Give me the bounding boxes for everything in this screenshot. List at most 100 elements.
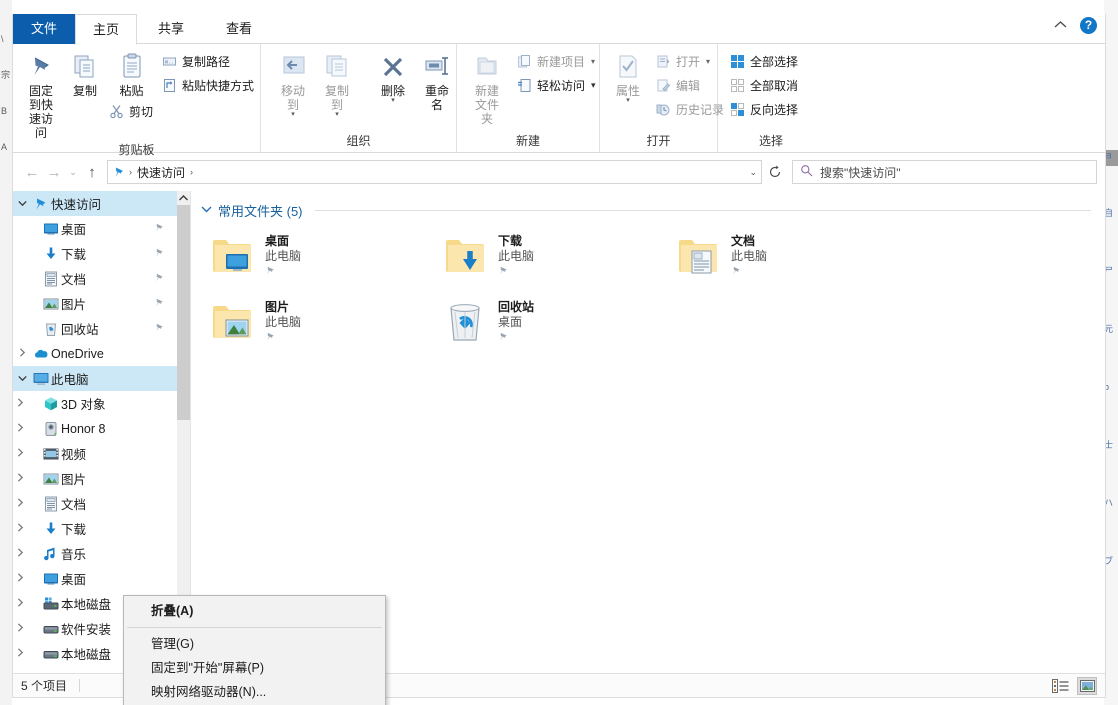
delete-button[interactable]: 删除 ▾: [371, 48, 415, 106]
group-header-frequent-folders[interactable]: 常用文件夹 (5): [191, 191, 1105, 220]
file-tile[interactable]: 回收站桌面: [442, 294, 675, 360]
chevron-right-icon[interactable]: [13, 473, 27, 484]
sidebar-item-14[interactable]: 音乐: [13, 541, 179, 566]
arrow-up-icon[interactable]: ↑: [81, 161, 103, 183]
search-input[interactable]: 搜索"快速访问": [792, 160, 1097, 184]
file-tile[interactable]: 图片此电脑: [209, 294, 442, 360]
pin-small-icon[interactable]: [154, 322, 165, 336]
pin-small-icon[interactable]: [498, 265, 534, 279]
chevron-down-icon[interactable]: [201, 205, 212, 216]
chevron-down-icon[interactable]: ▾: [335, 112, 339, 118]
chevron-right-icon[interactable]: [13, 573, 27, 584]
sidebar-item-10[interactable]: 视频: [13, 441, 179, 466]
chevron-right-icon[interactable]: [13, 448, 27, 459]
sidebar-item-9[interactable]: Honor 8: [13, 416, 179, 441]
chevron-down-icon[interactable]: ▾: [706, 57, 710, 66]
arrow-right-icon[interactable]: →: [43, 161, 65, 183]
arrow-left-icon[interactable]: ←: [21, 161, 43, 183]
sidebar-item-15[interactable]: 桌面: [13, 566, 179, 591]
chevron-right-icon[interactable]: [13, 623, 27, 634]
sidebar-item-7[interactable]: 此电脑: [13, 366, 179, 391]
copy-button[interactable]: 复制: [63, 48, 107, 100]
chevron-right-icon[interactable]: [13, 398, 27, 409]
sidebar-item-1[interactable]: 桌面: [13, 216, 179, 241]
context-menu-item[interactable]: 固定到"开始"屏幕(P): [124, 656, 385, 680]
sidebar-item-5[interactable]: 回收站: [13, 316, 179, 341]
context-menu-item[interactable]: 管理(G): [124, 632, 385, 656]
select-all-button[interactable]: 全部选择: [726, 50, 801, 72]
help-icon[interactable]: ?: [1080, 17, 1097, 34]
pin-to-quick-access-button[interactable]: 固定到快 速访问: [19, 48, 63, 142]
chevron-up-icon[interactable]: [1052, 18, 1068, 34]
paste-button[interactable]: 粘贴: [107, 48, 156, 100]
new-folder-button[interactable]: 新建 文件夹: [465, 48, 509, 128]
breadcrumb-separator[interactable]: ›: [188, 167, 195, 177]
chevron-down-icon[interactable]: [13, 199, 31, 209]
pin-small-icon[interactable]: [265, 265, 301, 279]
copy-to-button[interactable]: 复制到 ▾: [315, 48, 359, 120]
context-menu-item[interactable]: 折叠(A): [124, 599, 385, 623]
details-view-button[interactable]: [1050, 677, 1070, 695]
new-item-button[interactable]: 新建项目 ▾: [513, 50, 599, 72]
rename-button[interactable]: 重命名: [415, 48, 459, 114]
paste-shortcut-button[interactable]: 粘贴快捷方式: [158, 74, 257, 96]
pin-small-icon[interactable]: [154, 272, 165, 286]
pin-small-icon[interactable]: [154, 222, 165, 236]
file-tile[interactable]: 桌面此电脑: [209, 228, 442, 294]
chevron-right-icon[interactable]: [13, 523, 27, 534]
sidebar-item-3[interactable]: 文档: [13, 266, 179, 291]
copy-path-button[interactable]: W.. 复制路径: [158, 50, 257, 72]
chevron-right-icon[interactable]: [13, 598, 27, 609]
pin-small-icon[interactable]: [498, 331, 534, 345]
chevron-down-icon[interactable]: ▾: [626, 98, 630, 104]
sidebar-item-4[interactable]: 图片: [13, 291, 179, 316]
invert-selection-button[interactable]: 反向选择: [726, 98, 801, 120]
pin-small-icon[interactable]: [265, 331, 301, 345]
sidebar-item-11[interactable]: 图片: [13, 466, 179, 491]
scroll-up-chevron-up-icon[interactable]: [177, 191, 190, 205]
chevron-down-icon[interactable]: ▾: [391, 98, 395, 104]
refresh-icon[interactable]: [762, 160, 788, 184]
sidebar-item-12[interactable]: 文档: [13, 491, 179, 516]
chevron-right-icon[interactable]: [13, 648, 27, 659]
move-to-button[interactable]: 移动到 ▾: [271, 48, 315, 120]
breadcrumb-dropdown-chevron-down-icon[interactable]: ⌄: [749, 167, 757, 178]
tab-share[interactable]: 共享: [137, 14, 205, 44]
chevron-down-icon[interactable]: ▾: [591, 57, 595, 66]
chevron-down-icon[interactable]: [13, 374, 31, 384]
sidebar-item-label: Honor 8: [61, 422, 105, 436]
breadcrumb-item-quick-access[interactable]: 快速访问: [134, 164, 188, 181]
properties-button[interactable]: 属性 ▾: [606, 48, 650, 106]
easy-access-button[interactable]: 轻松访问 ▾: [513, 74, 599, 96]
sidebar-item-0[interactable]: 快速访问: [13, 191, 179, 216]
copy-to-label: 复制到: [320, 84, 354, 112]
tab-home[interactable]: 主页: [75, 14, 137, 45]
edit-button[interactable]: 编辑: [652, 74, 727, 96]
sidebar-item-8[interactable]: 3D 对象: [13, 391, 179, 416]
pin-small-icon[interactable]: [731, 265, 767, 279]
tab-view[interactable]: 查看: [205, 14, 273, 44]
open-button[interactable]: 打开 ▾: [652, 50, 727, 72]
chevron-right-icon[interactable]: [13, 498, 27, 509]
recent-locations-chevron-down-icon[interactable]: ⌄: [65, 161, 81, 183]
file-tile[interactable]: 文档此电脑: [675, 228, 908, 294]
pin-small-icon[interactable]: [154, 297, 165, 311]
context-menu-item[interactable]: 映射网络驱动器(N)...: [124, 680, 385, 704]
cut-button[interactable]: 剪切: [105, 100, 156, 122]
scrollbar-thumb[interactable]: [177, 205, 190, 420]
large-icons-view-button[interactable]: [1077, 677, 1097, 695]
chevron-down-icon[interactable]: ▾: [591, 80, 596, 91]
sidebar-item-6[interactable]: OneDrive: [13, 341, 179, 366]
chevron-down-icon[interactable]: ▾: [291, 112, 295, 118]
chevron-right-icon[interactable]: [13, 348, 31, 359]
pin-small-icon[interactable]: [154, 247, 165, 261]
chevron-right-icon[interactable]: [13, 423, 27, 434]
sidebar-item-2[interactable]: 下载: [13, 241, 179, 266]
sidebar-item-13[interactable]: 下载: [13, 516, 179, 541]
select-none-button[interactable]: 全部取消: [726, 74, 801, 96]
history-button[interactable]: 历史记录: [652, 98, 727, 120]
tab-file[interactable]: 文件: [13, 14, 75, 44]
breadcrumb[interactable]: › 快速访问 › ⌄: [107, 160, 762, 184]
file-tile[interactable]: 下载此电脑: [442, 228, 675, 294]
chevron-right-icon[interactable]: [13, 548, 27, 559]
